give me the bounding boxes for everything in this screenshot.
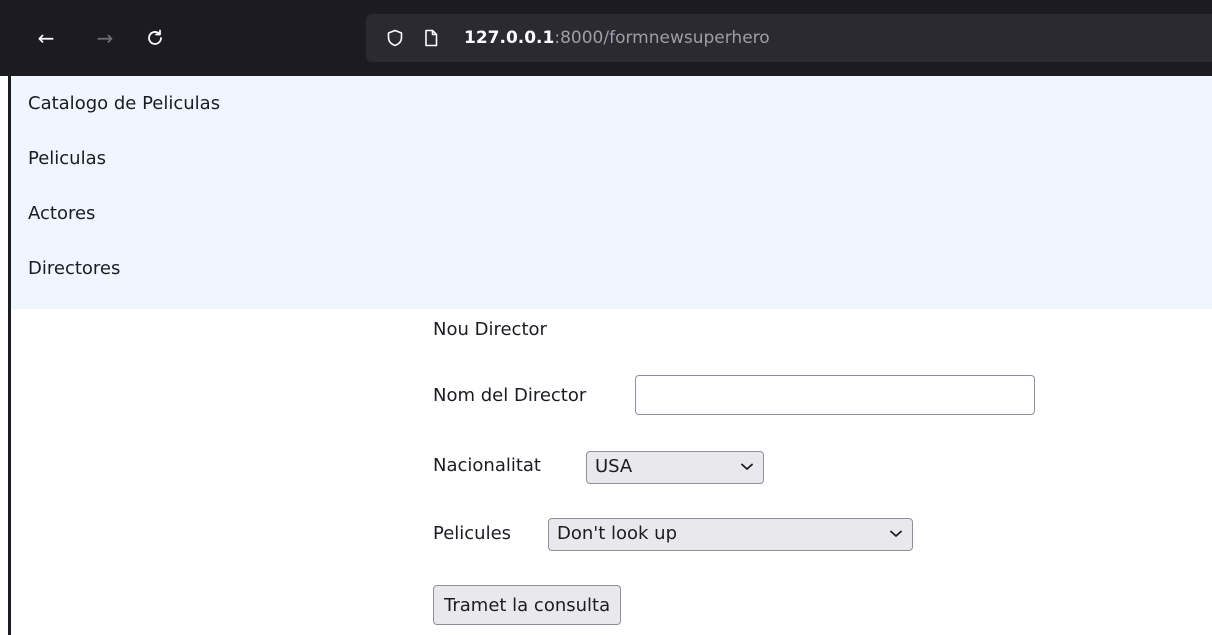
nav-item-actores[interactable]: Actores <box>28 203 95 224</box>
nationality-selected-value: USA <box>595 456 633 477</box>
nationality-select[interactable]: USA <box>586 451 764 484</box>
back-button[interactable]: ← <box>30 22 62 54</box>
submit-button[interactable]: Tramet la consulta <box>433 585 622 625</box>
url-path: :8000/formnewsuperhero <box>554 28 770 48</box>
url-bar[interactable]: 127.0.0.1:8000/formnewsuperhero <box>366 14 1212 62</box>
movies-selected-value: Don't look up <box>557 523 678 544</box>
director-name-input[interactable] <box>635 375 1035 415</box>
nav-item-directores[interactable]: Directores <box>28 258 120 279</box>
nav-menu: Catalogo de Peliculas Peliculas Actores … <box>11 76 1212 309</box>
name-label: Nom del Director <box>433 385 587 406</box>
url-text[interactable]: 127.0.0.1:8000/formnewsuperhero <box>464 28 770 48</box>
form-title: Nou Director <box>433 319 547 340</box>
nav-item-peliculas[interactable]: Peliculas <box>28 148 106 169</box>
reload-button[interactable] <box>139 22 171 54</box>
movies-select[interactable]: Don't look up <box>548 518 913 551</box>
nationality-label: Nacionalitat <box>433 455 541 476</box>
url-host: 127.0.0.1 <box>464 28 555 48</box>
nav-item-catalogo-de-peliculas[interactable]: Catalogo de Peliculas <box>28 93 220 114</box>
forward-button[interactable]: → <box>89 22 121 54</box>
browser-toolbar: ← → 127.0.0.1:8000/formnewsuperhero <box>0 0 1212 76</box>
back-arrow-icon: ← <box>37 26 55 50</box>
movies-label: Pelicules <box>433 523 512 544</box>
reload-icon <box>148 29 162 45</box>
page-icon[interactable] <box>422 29 440 47</box>
chevron-down-icon <box>741 463 753 470</box>
chevron-down-icon <box>890 530 902 537</box>
forward-arrow-icon: → <box>96 26 114 50</box>
shield-icon[interactable] <box>386 29 404 47</box>
page-content: Catalogo de Peliculas Peliculas Actores … <box>11 76 1212 635</box>
